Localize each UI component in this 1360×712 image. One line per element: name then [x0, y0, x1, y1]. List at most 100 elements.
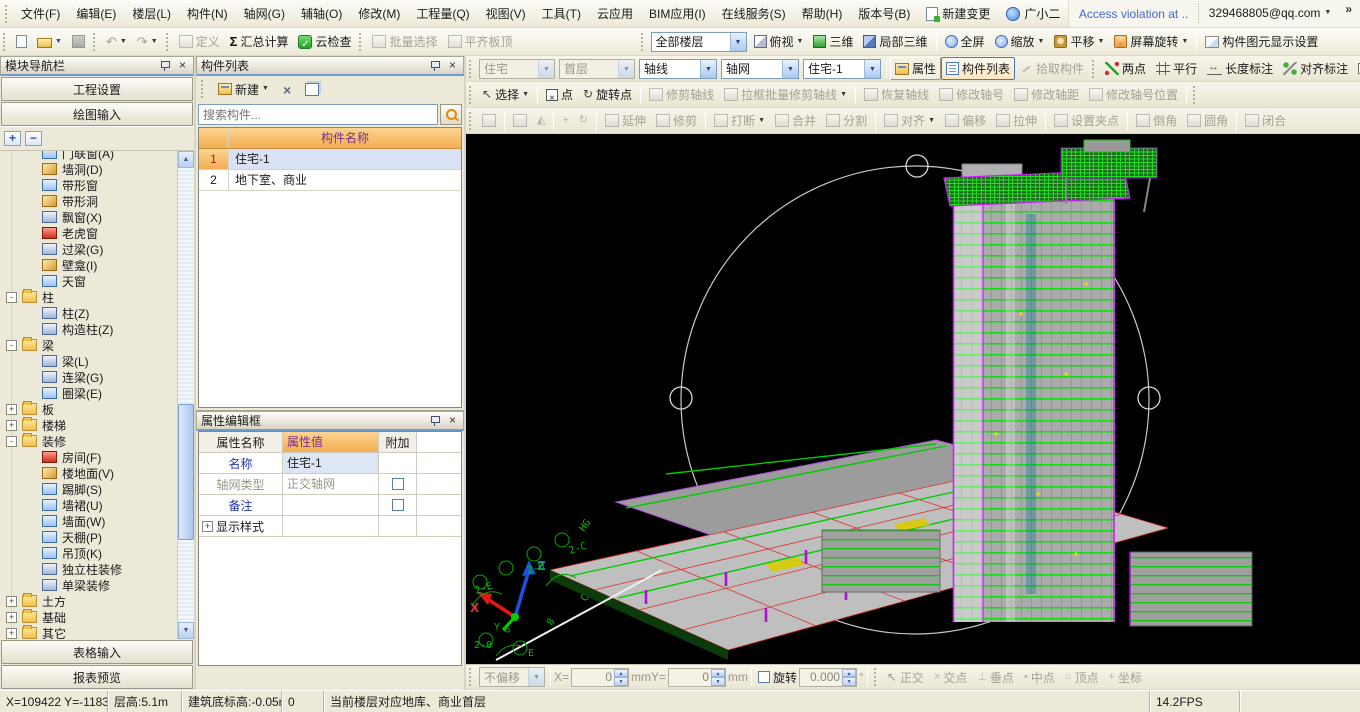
- toolbar-grip[interactable]: [874, 668, 879, 686]
- point-button[interactable]: 点: [541, 83, 578, 106]
- property-value[interactable]: [283, 495, 379, 515]
- tree-item[interactable]: 老虎窗: [2, 225, 177, 241]
- scroll-down-button[interactable]: [178, 622, 194, 639]
- tree-expand-box[interactable]: +: [6, 420, 17, 431]
- toolbar-grip[interactable]: [5, 5, 10, 23]
- component-name[interactable]: 住宅-1: [229, 149, 461, 169]
- floor-select-combo[interactable]: 首层: [559, 59, 635, 79]
- partial-3d-button[interactable]: 局部三维: [858, 30, 932, 53]
- tree-item[interactable]: 壁龛(I): [2, 257, 177, 273]
- table-input-button[interactable]: 表格输入: [1, 640, 193, 664]
- attach-checkbox[interactable]: [392, 499, 404, 511]
- spin-down-icon[interactable]: [614, 677, 628, 686]
- menu-item[interactable]: 视图(V): [478, 2, 534, 25]
- collapse-all-button[interactable]: −: [25, 131, 42, 146]
- tree-item[interactable]: + 楼梯: [2, 417, 177, 433]
- scroll-up-button[interactable]: [178, 151, 194, 168]
- menu-item-mascot[interactable]: 广小二: [998, 2, 1068, 25]
- search-icon[interactable]: [440, 104, 462, 125]
- offset-button[interactable]: 偏移: [940, 109, 991, 132]
- mid-point-snap-button[interactable]: •中点: [1019, 666, 1060, 689]
- tree-item[interactable]: 踢脚(S): [2, 481, 177, 497]
- tree-item[interactable]: 构造柱(Z): [2, 321, 177, 337]
- align-dimension-button[interactable]: 对齐标注: [1278, 57, 1353, 80]
- property-row-grid-type[interactable]: 轴网类型 正交轴网: [199, 474, 461, 495]
- intersection-snap-button[interactable]: ×交点: [929, 666, 972, 689]
- select-button[interactable]: 选择: [477, 83, 534, 106]
- property-row-name[interactable]: 名称 住宅-1: [199, 453, 461, 474]
- two-points-button[interactable]: 两点: [1100, 57, 1151, 80]
- length-dimension-button[interactable]: 长度标注: [1202, 57, 1278, 80]
- pick-component-button[interactable]: 拾取构件: [1015, 57, 1089, 80]
- tree-item[interactable]: 带形窗: [2, 177, 177, 193]
- split-button[interactable]: 分割: [821, 109, 872, 132]
- toolbar-grip[interactable]: [201, 80, 206, 98]
- ortho-snap-button[interactable]: 正交: [882, 666, 929, 689]
- close-icon[interactable]: [446, 414, 459, 427]
- menu-item[interactable]: 修改(M): [350, 2, 408, 25]
- tree-item[interactable]: 房间(F): [2, 449, 177, 465]
- building-combo[interactable]: 住宅: [479, 59, 555, 79]
- property-value[interactable]: 住宅-1: [283, 453, 379, 473]
- chamfer-button[interactable]: 倒角: [1131, 109, 1182, 132]
- property-row-remark[interactable]: 备注: [199, 495, 461, 516]
- align-button[interactable]: 对齐: [879, 109, 940, 132]
- name-combo[interactable]: 住宅-1: [803, 59, 881, 79]
- screen-rotate-button[interactable]: 屏幕旋转: [1109, 30, 1193, 53]
- tree-item[interactable]: + 其它: [2, 625, 177, 639]
- tree-item[interactable]: 圈梁(E): [2, 385, 177, 401]
- rotate-point-button[interactable]: 旋转点: [578, 83, 637, 106]
- tower-model[interactable]: [944, 140, 1157, 622]
- tree-item[interactable]: - 装修: [2, 433, 177, 449]
- toolbar-grip[interactable]: [469, 112, 474, 130]
- y-coordinate-spinner[interactable]: [668, 668, 726, 687]
- menu-item[interactable]: 文件(F): [13, 2, 68, 25]
- pin-icon[interactable]: [159, 60, 170, 71]
- tree-item[interactable]: 带形洞: [2, 193, 177, 209]
- full-screen-button[interactable]: 全屏: [940, 30, 990, 53]
- menu-item[interactable]: 编辑(E): [68, 2, 124, 25]
- menu-item[interactable]: 楼层(L): [124, 2, 179, 25]
- redo-button[interactable]: ↷: [132, 32, 163, 51]
- save-button[interactable]: [67, 32, 90, 51]
- delete-component-button[interactable]: [278, 80, 296, 99]
- angle-input[interactable]: [800, 670, 842, 684]
- stretch-button[interactable]: 拉伸: [991, 109, 1042, 132]
- drawing-input-button[interactable]: 绘图输入: [1, 102, 193, 126]
- tree-expand-box[interactable]: -: [6, 436, 17, 447]
- tree-expand-box[interactable]: +: [6, 596, 17, 607]
- tree-item[interactable]: - 柱: [2, 289, 177, 305]
- attach-checkbox[interactable]: [392, 478, 404, 490]
- search-input[interactable]: [198, 104, 438, 125]
- table-row[interactable]: 2 地下室、商业: [199, 170, 461, 191]
- pan-button[interactable]: 平移: [1049, 30, 1109, 53]
- tree-item[interactable]: 连梁(G): [2, 369, 177, 385]
- x-coordinate-spinner[interactable]: [571, 668, 629, 687]
- close-polyline-button[interactable]: 闭合: [1240, 109, 1291, 132]
- menu-item-new-change[interactable]: 新建变更: [918, 2, 998, 25]
- table-row[interactable]: 1 住宅-1: [199, 149, 461, 170]
- menu-item[interactable]: 在线服务(S): [714, 2, 794, 25]
- tree-expand-box[interactable]: +: [6, 612, 17, 623]
- tree-item[interactable]: + 基础: [2, 609, 177, 625]
- tree-item[interactable]: 天棚(P): [2, 529, 177, 545]
- spin-up-icon[interactable]: [711, 669, 725, 678]
- toolbar-grip[interactable]: [469, 668, 474, 686]
- menu-item[interactable]: 工具(T): [534, 2, 589, 25]
- tree-item[interactable]: 楼地面(V): [2, 465, 177, 481]
- menu-item[interactable]: 工程量(Q): [408, 2, 477, 25]
- rotate-checkbox[interactable]: [758, 671, 770, 683]
- top-view-button[interactable]: 俯视: [749, 30, 809, 53]
- element-combo[interactable]: 轴线: [639, 59, 717, 79]
- combo-arrow-icon[interactable]: [782, 60, 798, 78]
- tree-item[interactable]: 梁(L): [2, 353, 177, 369]
- tree-item[interactable]: 墙面(W): [2, 513, 177, 529]
- combo-arrow-icon[interactable]: [538, 60, 554, 78]
- menu-item[interactable]: 轴网(G): [236, 2, 293, 25]
- move-button[interactable]: +: [557, 111, 573, 130]
- tree-item[interactable]: 吊顶(K): [2, 545, 177, 561]
- menu-item[interactable]: 帮助(H): [794, 2, 851, 25]
- combo-arrow-icon[interactable]: [528, 668, 544, 686]
- tree-expand-box[interactable]: -: [6, 340, 17, 351]
- property-row-display-style[interactable]: + 显示样式: [199, 516, 461, 537]
